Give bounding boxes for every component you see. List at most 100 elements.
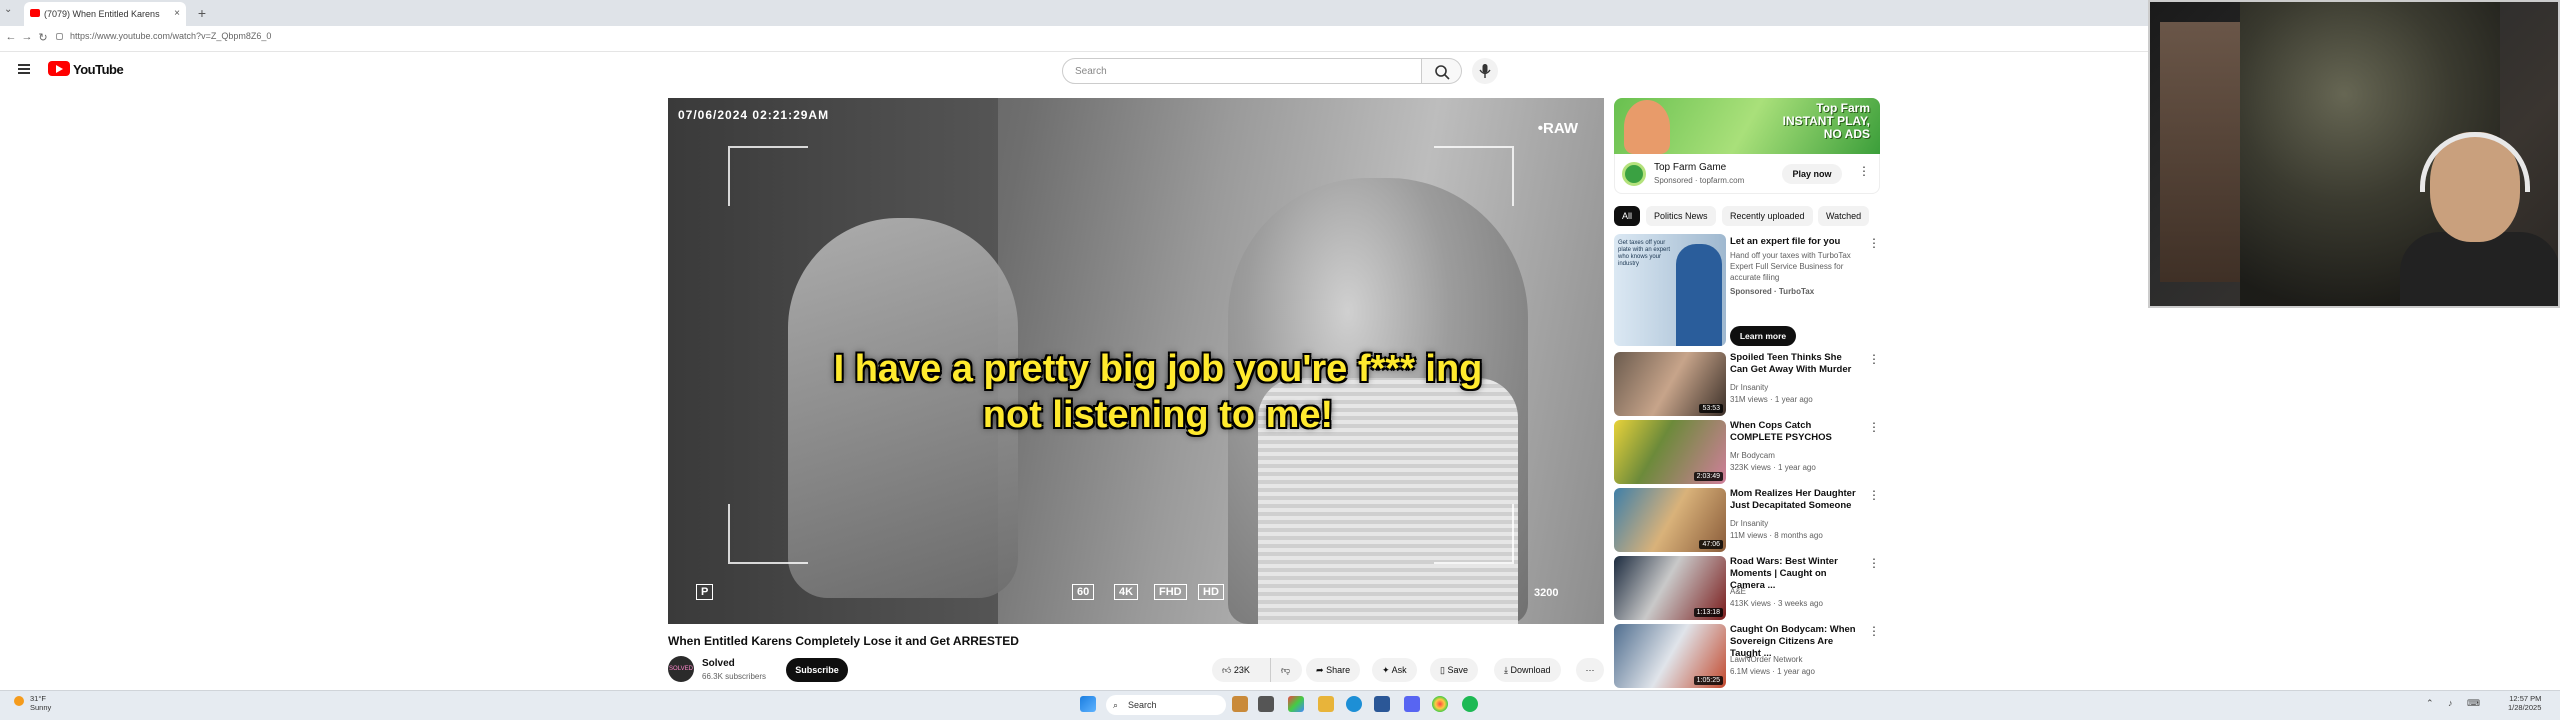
video-meta-5: 6.1M views · 1 year ago (1730, 667, 1815, 676)
promo-more-icon[interactable]: ⋮ (1868, 236, 1880, 250)
weather-sun-icon (14, 696, 24, 706)
file-explorer-icon[interactable] (1318, 696, 1334, 712)
youtube-logo-text[interactable]: YouTube (73, 62, 124, 77)
download-icon: ⤓ (1504, 665, 1508, 675)
forward-icon[interactable]: → (20, 31, 34, 43)
system-tray[interactable]: ⌃ ♪ ⌨ (2426, 698, 2486, 709)
lock-icon (56, 33, 63, 40)
video-caption: I have a pretty big job you're f*** ing … (833, 348, 1483, 436)
chip-all[interactable]: All (1614, 206, 1641, 226)
reload-icon[interactable]: ↻ (36, 31, 50, 44)
weather-desc: Sunny (30, 703, 52, 712)
video-channel-4[interactable]: A&E (1730, 586, 1870, 597)
new-tab-button[interactable]: + (192, 2, 212, 24)
video-channel-5[interactable]: LawNOrder Network (1730, 654, 1870, 665)
download-button[interactable]: ⤓ Download (1494, 658, 1561, 682)
video-channel-2[interactable]: Mr Bodycam (1730, 450, 1870, 461)
video-duration: 53:53 (1699, 404, 1723, 413)
taskbar-clock[interactable]: 12:57 PM 1/28/2025 (2508, 694, 2541, 712)
app-icon-2[interactable] (1374, 696, 1390, 712)
video-channel-3[interactable]: Dr Insanity (1730, 518, 1870, 529)
channel-name[interactable]: Solved (702, 658, 735, 669)
hamburger-menu-icon[interactable] (18, 64, 30, 74)
weather-widget[interactable]: 31°F Sunny (30, 694, 51, 712)
app-icon-1[interactable] (1288, 696, 1304, 712)
subscriber-count: 66.3K subscribers (702, 672, 767, 681)
learn-more-button[interactable]: Learn more (1730, 326, 1796, 346)
badge-fhd: FHD (1154, 584, 1187, 600)
video-thumbnail-3[interactable]: 47:06 (1614, 488, 1726, 552)
video-thumbnail-4[interactable]: 1:13:18 (1614, 556, 1726, 620)
video-more-icon-5[interactable]: ⋮ (1868, 624, 1880, 638)
back-icon[interactable]: ← (4, 31, 18, 43)
video-meta-3: 11M views · 8 months ago (1730, 531, 1823, 540)
like-button[interactable]: 👍︎ 23K (1212, 658, 1270, 682)
ad-banner[interactable]: Top Farm INSTANT PLAY, NO ADS (1614, 98, 1880, 154)
video-more-icon-1[interactable]: ⋮ (1868, 352, 1880, 366)
video-player[interactable]: 07/06/2024 02:21:29AM •RAW P 60 4K FHD H… (668, 98, 1604, 624)
share-button[interactable]: ➦ Share (1306, 658, 1361, 682)
tab-bar (0, 0, 2148, 26)
chip-watched[interactable]: Watched (1818, 206, 1870, 226)
bookmark-icon: ▯ (1440, 665, 1445, 675)
video-title-1[interactable]: Spoiled Teen Thinks She Can Get Away Wit… (1730, 352, 1860, 376)
spotify-icon[interactable] (1462, 696, 1478, 712)
webcam-overlay (2148, 0, 2560, 308)
ad-logo-icon (1622, 162, 1646, 186)
sparkle-icon: ✦ (1382, 665, 1390, 675)
save-button[interactable]: ▯ Save (1430, 658, 1478, 682)
like-count: 23K (1233, 665, 1250, 675)
video-duration: 47:06 (1699, 540, 1723, 549)
badge-60: 60 (1072, 584, 1095, 600)
video-duration: 2:03:49 (1693, 472, 1723, 481)
widgets-icon[interactable] (1232, 696, 1248, 712)
video-thumbnail-1[interactable]: 53:53 (1614, 352, 1726, 416)
edge-browser-icon[interactable] (1346, 696, 1362, 712)
task-view-icon[interactable] (1258, 696, 1274, 712)
ad-title[interactable]: Top Farm Game (1654, 162, 1726, 173)
discord-icon[interactable] (1404, 696, 1420, 712)
dislike-button[interactable]: 👎︎ (1270, 658, 1302, 682)
chip-recently-uploaded[interactable]: Recently uploaded (1722, 206, 1813, 226)
ask-label: Ask (1391, 665, 1407, 675)
frame-corner-bottom-right (1434, 504, 1514, 564)
chip-politics-news[interactable]: Politics News (1646, 206, 1716, 226)
promo-title[interactable]: Let an expert file for you (1730, 236, 1860, 248)
promo-person-image (1676, 244, 1722, 346)
share-icon: ➦ (1316, 665, 1324, 675)
more-actions-button[interactable]: ··· (1576, 658, 1604, 682)
promo-description: Hand off your taxes with TurboTax Expert… (1730, 251, 1851, 282)
tab-menu-icon[interactable]: ⌄ (4, 4, 12, 15)
video-more-icon-3[interactable]: ⋮ (1868, 488, 1880, 502)
taskbar-search[interactable]: ⌕ Search (1106, 695, 1226, 715)
video-meta-4: 413K views · 3 weeks ago (1730, 599, 1823, 608)
video-thumbnail-2[interactable]: 2:03:49 (1614, 420, 1726, 484)
chrome-icon[interactable] (1432, 696, 1448, 712)
search-input[interactable]: Search (1062, 58, 1422, 84)
share-label: Share (1326, 665, 1351, 675)
video-more-icon-4[interactable]: ⋮ (1868, 556, 1880, 570)
video-channel-1[interactable]: Dr Insanity (1730, 382, 1870, 393)
ask-button[interactable]: ✦ Ask (1372, 658, 1417, 682)
tab-close-icon[interactable]: × (174, 2, 180, 26)
promo-thumbnail[interactable]: Get taxes off your plate with an expert … (1614, 234, 1726, 346)
windows-start-icon[interactable] (1080, 696, 1096, 712)
video-title-2[interactable]: When Cops Catch COMPLETE PSYCHOS (1730, 420, 1860, 444)
webcam-window-background (2160, 22, 2240, 282)
video-title-3[interactable]: Mom Realizes Her Daughter Just Decapitat… (1730, 488, 1860, 512)
taskbar-search-label: Search (1128, 700, 1157, 710)
video-more-icon-2[interactable]: ⋮ (1868, 420, 1880, 434)
play-now-button[interactable]: Play now (1782, 164, 1842, 184)
frame-corner-bottom-left (728, 504, 808, 564)
url-field[interactable]: https://www.youtube.com/watch?v=Z_Qbpm8Z… (70, 31, 271, 41)
video-thumbnail-5[interactable]: 1:05:25 (1614, 624, 1726, 688)
channel-avatar[interactable]: SOLVED (668, 656, 694, 682)
webcam-person-body (2400, 232, 2558, 306)
voice-search-button[interactable] (1472, 58, 1498, 84)
search-button[interactable] (1422, 58, 1462, 84)
browser-tab[interactable]: (7079) When Entitled Karens × (24, 2, 186, 26)
ad-more-icon[interactable]: ⋮ (1858, 164, 1870, 178)
subscribe-button[interactable]: Subscribe (786, 658, 848, 682)
video-meta-2: 323K views · 1 year ago (1730, 463, 1816, 472)
youtube-logo-icon[interactable] (48, 61, 70, 76)
